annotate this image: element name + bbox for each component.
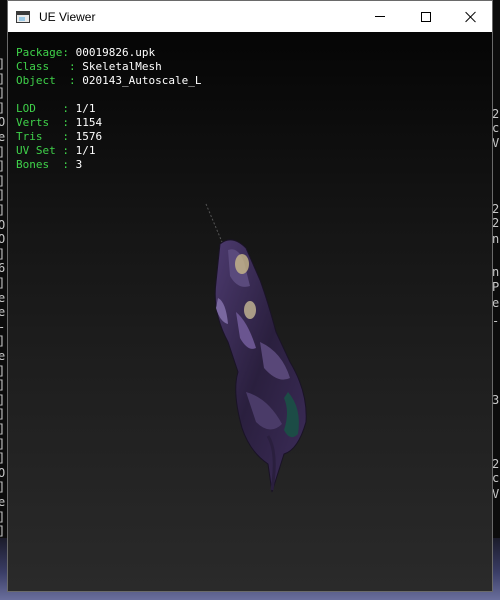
ue-viewer-window[interactable]: UE Viewer Package: 00019826.upk Class : S…: [7, 0, 493, 592]
console-char: c: [492, 121, 500, 135]
mesh-stat-value: 1154: [75, 116, 103, 129]
minimize-button[interactable]: [357, 1, 403, 32]
object-info-label: Object :: [16, 74, 83, 87]
mesh-stat-row: Bones : 3: [16, 158, 201, 172]
console-char: -: [492, 314, 500, 328]
object-info-value: 020143_Autoscale_L: [82, 74, 202, 87]
console-char: c: [492, 471, 500, 485]
mesh-stat-label: Tris :: [16, 130, 76, 143]
mesh-stat-row: Tris : 1576: [16, 130, 201, 144]
console-char: ]: [0, 481, 5, 493]
console-char: 2: [492, 216, 500, 230]
console-char: P: [492, 280, 500, 294]
skeletal-mesh-model: [205, 203, 307, 493]
console-char: e: [492, 296, 500, 310]
console-char: 2: [492, 107, 500, 121]
console-char: ]: [0, 204, 5, 216]
console-char: ]: [0, 394, 5, 406]
console-char: ]: [0, 146, 5, 158]
console-char: O: [0, 217, 6, 232]
console-char: ]: [0, 248, 5, 260]
app-window-icon: [16, 10, 30, 23]
3d-viewport[interactable]: Package: 00019826.upk Class : SkeletalMes…: [8, 32, 492, 591]
mesh-info-overlay: Package: 00019826.upk Class : SkeletalMes…: [16, 46, 201, 172]
object-info-row: Package: 00019826.upk: [16, 46, 201, 60]
mesh-stat-label: Verts :: [16, 116, 76, 129]
mesh-stat-value: 1/1: [75, 144, 96, 157]
console-char: ]: [0, 335, 5, 347]
console-char: 6: [0, 261, 6, 276]
mesh-stat-value: 1/1: [75, 102, 96, 115]
console-char: 2: [492, 457, 500, 471]
console-char: ]: [0, 365, 5, 377]
background-console-right: 2cV22nnPe-32cV: [492, 0, 500, 600]
object-info-value: 00019826.upk: [75, 46, 156, 59]
console-char: e: [0, 130, 6, 144]
object-info-row: Class : SkeletalMesh: [16, 60, 201, 74]
console-char: n: [492, 265, 500, 279]
console-char: O: [0, 232, 6, 247]
console-char: 2: [492, 202, 500, 216]
console-char: ]: [0, 58, 5, 70]
console-char: ]: [0, 452, 5, 464]
mesh-stat-label: LOD :: [16, 102, 76, 115]
console-char: e: [0, 495, 6, 509]
console-char: ]: [0, 160, 5, 172]
object-info-label: Package:: [16, 46, 76, 59]
maximize-button[interactable]: [403, 1, 449, 32]
console-char: e: [0, 290, 6, 305]
console-char: 3: [492, 393, 500, 407]
mesh-stat-value: 1576: [75, 130, 103, 143]
console-char: ]: [0, 175, 5, 187]
console-char: ]: [0, 438, 5, 450]
console-char: e: [0, 349, 6, 363]
maximize-icon: [421, 11, 431, 22]
close-button[interactable]: [448, 1, 494, 32]
minimize-icon: [375, 16, 385, 17]
mesh-stat-row: UV Set : 1/1: [16, 144, 201, 158]
mesh-stat-row: LOD : 1/1: [16, 102, 201, 116]
console-char: ]: [0, 525, 5, 537]
console-char: V: [492, 487, 500, 501]
mesh-stat-label: Bones :: [16, 158, 76, 171]
object-info-row: Object : 020143_Autoscale_L: [16, 74, 201, 88]
console-char: ]: [0, 73, 5, 85]
console-char: ]: [0, 423, 5, 435]
window-title: UE Viewer: [39, 9, 96, 24]
console-char: ]: [0, 511, 5, 523]
console-char: ]: [0, 102, 5, 114]
console-char: ]: [0, 189, 5, 201]
console-char: -: [0, 321, 5, 333]
console-char: ]: [0, 87, 5, 99]
console-char: ]: [0, 408, 5, 420]
mesh-stat-value: 3: [75, 158, 83, 171]
object-info-label: Class :: [16, 60, 83, 73]
console-char: V: [492, 136, 500, 150]
console-char: O: [0, 115, 6, 130]
console-char: ]: [0, 277, 5, 289]
console-char: n: [492, 232, 500, 246]
mesh-stat-row: Verts : 1154: [16, 116, 201, 130]
object-info-value: SkeletalMesh: [82, 60, 162, 73]
console-char: O: [0, 465, 6, 480]
title-bar[interactable]: UE Viewer: [8, 1, 492, 32]
close-icon: [465, 11, 477, 23]
mesh-stat-label: UV Set :: [16, 144, 76, 157]
console-char: ]: [0, 379, 5, 391]
console-char: e: [0, 305, 6, 320]
